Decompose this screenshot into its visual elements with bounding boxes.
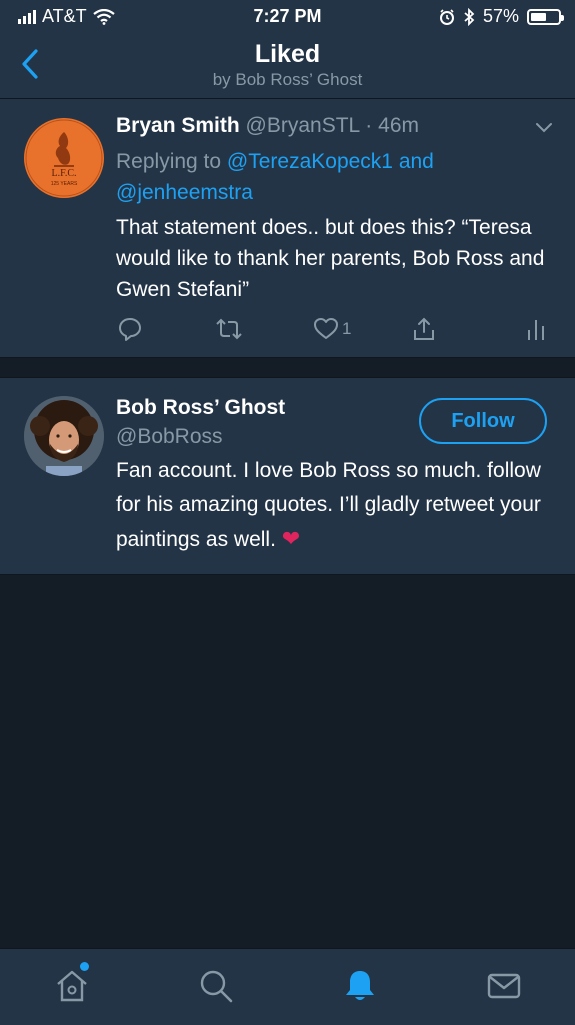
bob-ross-photo [24, 396, 104, 476]
tweet-time: 46m [378, 114, 419, 137]
profile-name[interactable]: Bob Ross’ Ghost [116, 396, 285, 420]
home-notification-dot [80, 962, 89, 971]
battery-fill [531, 12, 546, 21]
alarm-icon [439, 8, 454, 25]
home-icon[interactable] [52, 966, 92, 1006]
status-bar: AT&T 7:27 PM 57% [0, 0, 575, 32]
top-bar: AT&T 7:27 PM 57% Liked by Bob Ross’ Ghos… [0, 0, 575, 99]
profile-bio: Fan account. I love Bob Ross so much. fo… [116, 454, 561, 557]
like-icon[interactable] [313, 316, 339, 342]
reply-icon[interactable] [117, 316, 143, 342]
author-name[interactable]: Bryan Smith [116, 114, 240, 137]
author-handle[interactable]: @BryanSTL [246, 114, 360, 137]
liverbird-logo: L.F.C. 125 YEARS [25, 119, 103, 197]
tweet-avatar[interactable]: L.F.C. 125 YEARS [24, 118, 104, 198]
page-subtitle: by Bob Ross’ Ghost [212, 70, 363, 89]
page-title: Liked [254, 40, 321, 68]
battery-icon [527, 8, 564, 25]
share-icon[interactable] [411, 316, 437, 342]
analytics-icon[interactable] [526, 316, 546, 342]
messages-icon[interactable] [484, 966, 524, 1006]
tweet-header: Bryan Smith @BryanSTL · 46m [116, 114, 419, 138]
replying-to: Replying to @TerezaKopeck1 and @jenheems… [116, 146, 546, 208]
like-count: 1 [342, 319, 352, 338]
chevron-down-icon[interactable] [535, 122, 553, 134]
search-icon[interactable] [196, 966, 236, 1006]
tweet-text: That statement does.. but does this? “Te… [116, 216, 545, 301]
profile-handle[interactable]: @BobRoss [116, 425, 223, 449]
retweet-icon[interactable] [215, 316, 243, 342]
svg-text:L.F.C.: L.F.C. [51, 168, 76, 179]
bluetooth-icon [464, 7, 475, 26]
profile-avatar[interactable] [24, 396, 104, 476]
notifications-icon[interactable] [340, 966, 380, 1006]
replying-prefix: Replying to [116, 150, 222, 173]
svg-text:125 YEARS: 125 YEARS [51, 181, 78, 187]
header-separator: · [359, 114, 379, 137]
status-right: 57% [439, 6, 564, 27]
follow-button[interactable]: Follow [419, 398, 547, 444]
bio-text: Fan account. I love Bob Ross so much. fo… [116, 459, 541, 551]
heart-emoji: ❤ [281, 526, 301, 551]
battery-percent: 57% [482, 6, 519, 26]
